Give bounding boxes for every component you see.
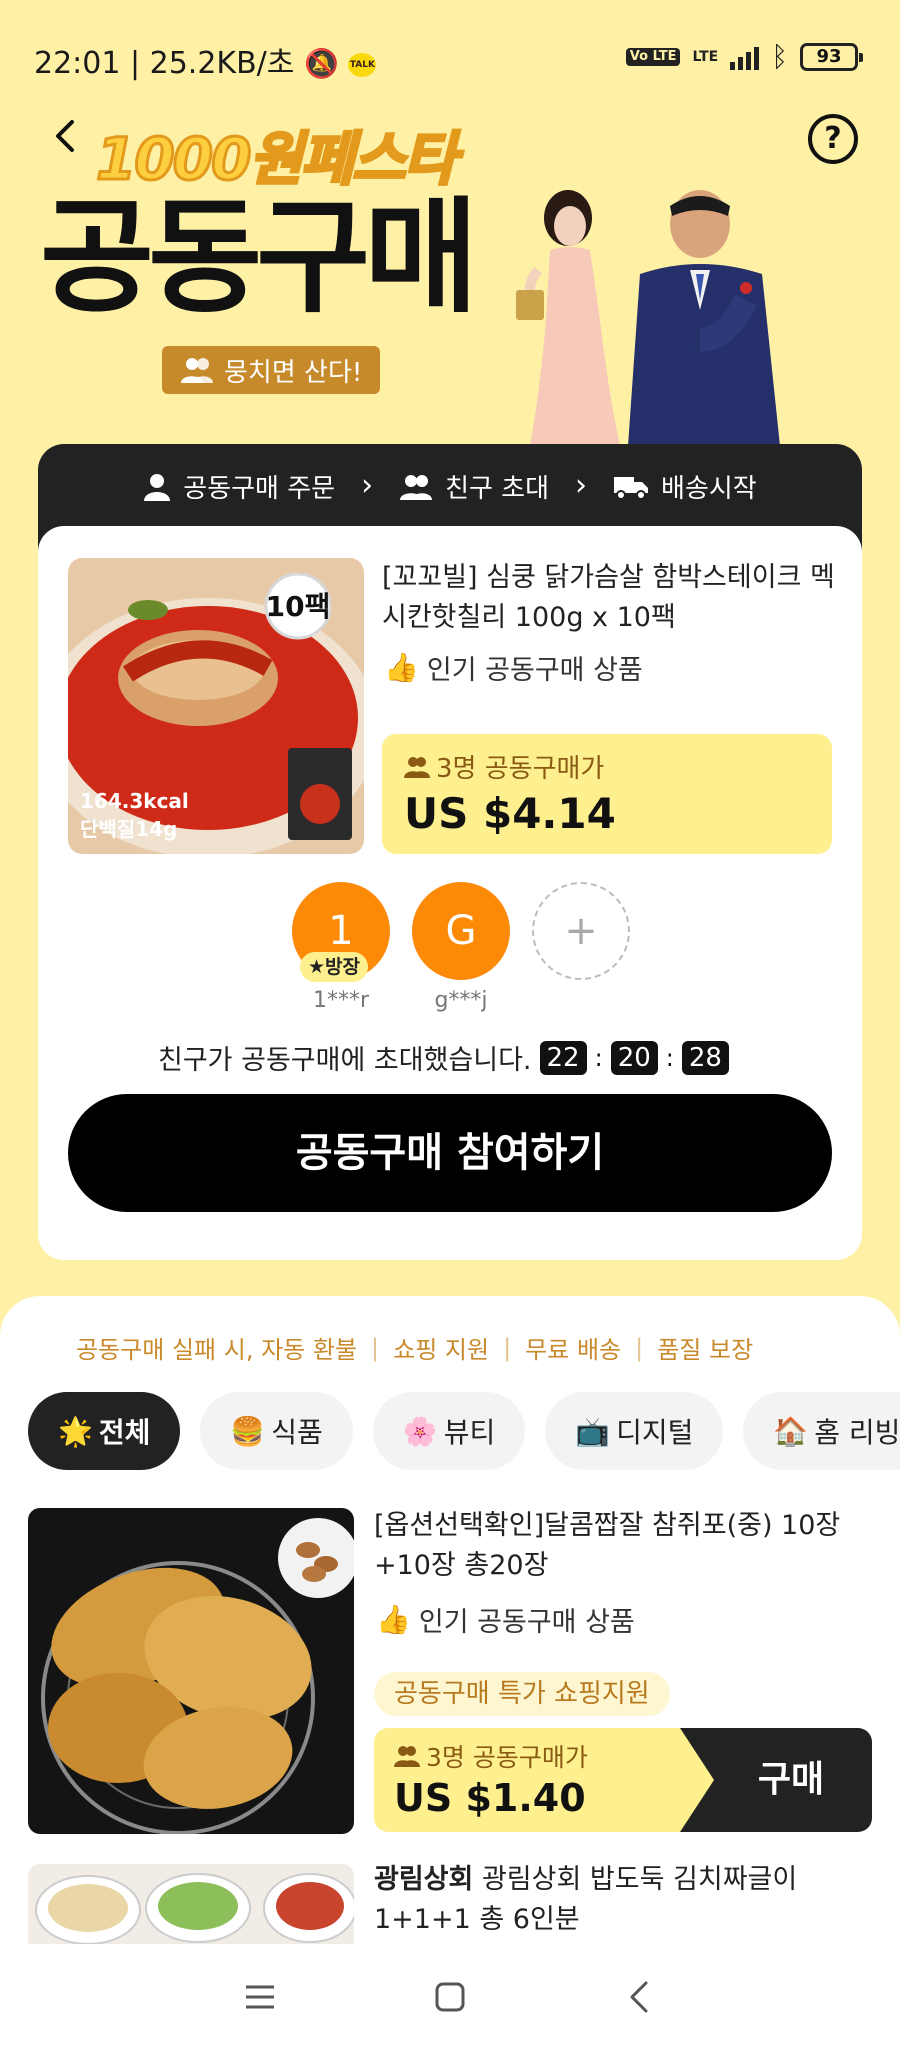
back-arrow-icon[interactable] xyxy=(48,118,84,154)
page-title: 공동구매 xyxy=(40,186,478,330)
tab-label: 전체 xyxy=(98,1416,151,1449)
promo-tag: 공동구매 특가 쇼핑지원 xyxy=(374,1672,670,1716)
protein-label: 단백질14g xyxy=(80,817,177,841)
step-order: 공동구매 주문 xyxy=(143,468,335,505)
benefit-shipping: 무료 배송 xyxy=(525,1336,622,1364)
status-right: Vo LTE LTE ᛒ 93 xyxy=(625,40,863,73)
popular-badge: 👍 인기 공동구매 상품 xyxy=(384,648,643,687)
truck-icon xyxy=(614,476,649,500)
add-member-button[interactable]: + xyxy=(532,882,630,980)
star-icon: 🌟 xyxy=(58,1414,93,1448)
tv-icon: 📺 xyxy=(575,1414,611,1448)
hero-tag: 뭉치면 산다! xyxy=(162,346,381,394)
bluetooth-icon: ᛒ xyxy=(771,40,788,73)
popular-label: 인기 공동구매 상품 xyxy=(426,655,643,686)
join-group-buy-button[interactable]: 공동구매 참여하기 xyxy=(68,1094,832,1212)
help-icon[interactable]: ? xyxy=(808,114,858,164)
price-label: 3명 공동구매가 xyxy=(426,1743,588,1772)
battery-icon: 93 xyxy=(800,42,863,71)
popular-label: 인기 공동구매 상품 xyxy=(418,1607,635,1638)
status-left: 22:01 | 25.2KB/초 🔕 TALK xyxy=(34,38,377,82)
menu-icon[interactable] xyxy=(240,1977,280,2017)
kcal-label: 164.3kcal xyxy=(80,789,189,813)
avatar: G xyxy=(412,882,510,980)
thumbs-up-icon: 👍 xyxy=(376,1603,411,1636)
brand-name: 광림상회 xyxy=(374,1864,474,1895)
timer-hours: 22 xyxy=(539,1040,587,1075)
flower-icon: 🌸 xyxy=(402,1414,438,1448)
tab-label: 디지털 xyxy=(616,1416,694,1449)
tab-label: 뷰티 xyxy=(443,1416,496,1449)
pack-badge: 10팩 xyxy=(266,590,331,623)
timer-minutes: 20 xyxy=(610,1040,658,1075)
product-image[interactable] xyxy=(28,1508,354,1834)
step-label: 친구 초대 xyxy=(445,474,550,504)
timer-separator: : xyxy=(594,1043,603,1072)
hero-tag-label: 뭉치면 산다! xyxy=(224,357,363,388)
kakao-talk-icon: TALK xyxy=(348,52,377,77)
tab-all[interactable]: 🌟 전체 xyxy=(28,1392,181,1470)
chevron-right-icon: › xyxy=(361,468,374,503)
chevron-right-icon: › xyxy=(575,468,588,503)
product-image[interactable] xyxy=(28,1864,354,1944)
lte-label: LTE xyxy=(692,48,719,65)
tab-food[interactable]: 🍔 식품 xyxy=(200,1392,353,1470)
benefits-row: 공동구매 실패 시, 자동 환불 | 쇼핑 지원 | 무료 배송 | 품질 보장 xyxy=(76,1330,753,1365)
tab-label: 홈 리빙 xyxy=(814,1416,900,1449)
invite-row: 친구가 공동구매에 초대했습니다. 22 : 20 : 28 xyxy=(158,1038,729,1077)
fiesta-logo: 1000원페스타 xyxy=(95,124,459,195)
member-name: g***j xyxy=(434,988,488,1013)
product-title[interactable]: [꼬꼬빌] 심쿵 닭가슴살 함박스테이크 멕시칸핫칠리 100g x 10팩 xyxy=(382,558,842,638)
status-bar: 22:01 | 25.2KB/초 🔕 TALK Vo LTE LTE ᛒ 93 xyxy=(0,0,900,110)
category-tabs: 🌟 전체 🍔 식품 🌸 뷰티 📺 디지털 🏠 홈 리빙 xyxy=(28,1392,900,1470)
people-icon xyxy=(394,1746,420,1767)
group-icon xyxy=(400,474,433,500)
step-label: 공동구매 주문 xyxy=(183,474,336,504)
invite-text: 친구가 공동구매에 초대했습니다. xyxy=(158,1045,532,1076)
tab-digital[interactable]: 📺 디지털 xyxy=(545,1392,724,1470)
divider: | xyxy=(371,1333,380,1362)
group-price: US $1.40 xyxy=(394,1776,586,1820)
product-title[interactable]: 광림상회 광림상회 밥도둑 김치짜글이 1+1+1 총 6인분 xyxy=(374,1860,874,1940)
mute-icon: 🔕 xyxy=(303,47,339,80)
divider: | xyxy=(635,1333,644,1362)
group-price: US $4.14 xyxy=(404,789,616,838)
group-price-box: 3명 공동구매가 US $4.14 xyxy=(382,734,832,854)
benefit-support: 쇼핑 지원 xyxy=(393,1336,490,1364)
burger-icon: 🍔 xyxy=(230,1414,266,1448)
volte-icon: Vo LTE xyxy=(625,47,681,66)
step-invite: 친구 초대 xyxy=(399,468,549,505)
popular-badge: 👍 인기 공동구매 상품 xyxy=(376,1600,635,1639)
thumbs-up-icon: 👍 xyxy=(384,651,419,684)
status-time: 22:01 | 25.2KB/초 xyxy=(34,46,295,81)
signal-icon xyxy=(730,44,760,70)
timer-separator: : xyxy=(665,1043,674,1072)
tab-beauty[interactable]: 🌸 뷰티 xyxy=(372,1392,526,1470)
timer-seconds: 28 xyxy=(681,1040,729,1075)
person-icon xyxy=(144,473,171,501)
price-label-row: 3명 공동구매가 xyxy=(394,1738,694,1774)
member-name: 1***r xyxy=(312,988,370,1013)
people-icon xyxy=(404,756,430,778)
back-icon[interactable] xyxy=(620,1977,660,2017)
product-title[interactable]: [옵션선택확인]달콤짭잘 참쥐포(중) 10장 +10장 총20장 xyxy=(374,1506,874,1586)
benefit-quality: 품질 보장 xyxy=(657,1336,754,1364)
group-icon xyxy=(181,358,213,383)
house-icon: 🏠 xyxy=(773,1414,809,1448)
tab-label: 식품 xyxy=(271,1416,323,1449)
tab-home-living[interactable]: 🏠 홈 리빙 xyxy=(743,1392,900,1470)
price-label-row: 3명 공동구매가 xyxy=(404,748,810,785)
host-badge: ★방장 xyxy=(300,952,368,982)
system-nav-bar xyxy=(0,1944,900,2050)
home-square-icon[interactable] xyxy=(430,1977,470,2017)
step-delivery: 배송시작 xyxy=(613,468,757,505)
celebrity-illustration xyxy=(516,190,780,446)
benefit-refund: 공동구매 실패 시, 자동 환불 xyxy=(76,1336,358,1364)
deal-row: 3명 공동구매가 US $1.40 구매 xyxy=(374,1728,872,1832)
product-image[interactable]: 10팩 164.3kcal 단백질14g xyxy=(68,558,364,854)
price-label: 3명 공동구매가 xyxy=(436,754,605,784)
step-label: 배송시작 xyxy=(661,474,757,504)
divider: | xyxy=(503,1333,512,1362)
deal-price-box: 3명 공동구매가 US $1.40 xyxy=(374,1728,714,1832)
